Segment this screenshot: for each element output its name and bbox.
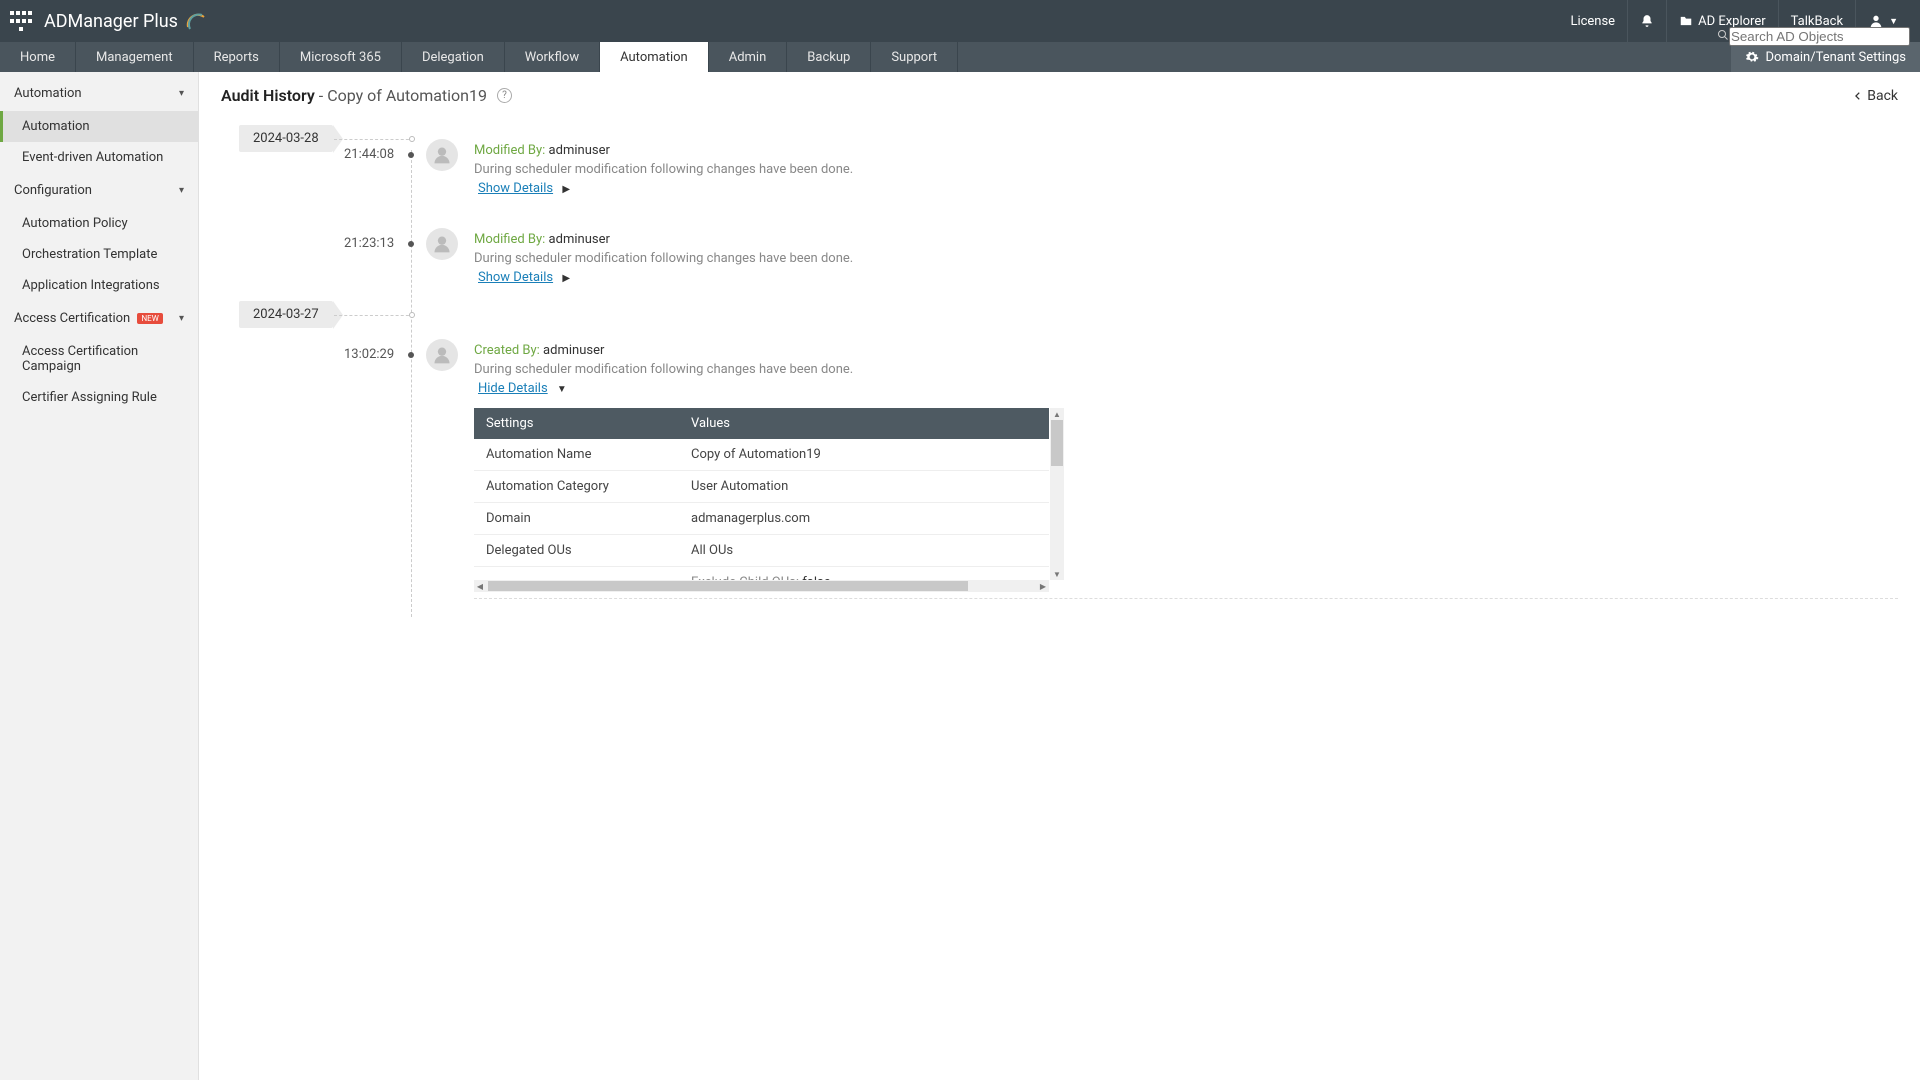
table-row: Automation NameCopy of Automation19 <box>474 439 1049 471</box>
scroll-left-arrow[interactable]: ◀ <box>474 582 486 591</box>
chevron-down-icon: ▾ <box>179 313 184 324</box>
back-button[interactable]: Back <box>1853 88 1898 104</box>
scroll-right-arrow[interactable]: ▶ <box>1037 582 1049 591</box>
table-header-values: Values <box>679 408 1049 439</box>
apps-grid-icon[interactable] <box>10 10 32 32</box>
entry-description: During scheduler modification following … <box>474 162 1898 177</box>
hide-details-link[interactable]: Hide Details <box>478 381 548 396</box>
sidebar: Automation ▾ Automation Event-driven Aut… <box>0 72 199 1080</box>
table-row: Delegated OUsAll OUs <box>474 535 1049 567</box>
tab-management[interactable]: Management <box>76 42 194 72</box>
sidebar-item-automation[interactable]: Automation <box>0 111 198 142</box>
bell-icon <box>1640 14 1654 28</box>
entry-time: 21:23:13 <box>344 236 394 251</box>
sidebar-item-event-driven[interactable]: Event-driven Automation <box>0 142 198 173</box>
tab-delegation[interactable]: Delegation <box>402 42 505 72</box>
triangle-right-icon: ▶ <box>562 273 570 284</box>
show-details-link[interactable]: Show Details <box>478 181 553 196</box>
license-link[interactable]: License <box>1558 0 1627 42</box>
gear-icon <box>1745 50 1759 64</box>
folder-icon <box>1679 14 1693 28</box>
product-name: ADManager Plus <box>44 11 178 32</box>
avatar-icon <box>426 139 458 171</box>
sidebar-section-automation[interactable]: Automation ▾ <box>0 76 198 111</box>
sidebar-item-application-integrations[interactable]: Application Integrations <box>0 270 198 301</box>
help-icon[interactable]: ? <box>497 88 512 103</box>
table-row: Exclude Child OUs: false <box>474 567 1049 581</box>
tab-backup[interactable]: Backup <box>787 42 871 72</box>
content-area: Audit History - Copy of Automation19 ? B… <box>199 72 1920 1080</box>
audit-entry: 21:23:13 Modified By: adminuser During s… <box>416 214 1898 303</box>
vertical-scrollbar[interactable]: ▲ ▼ <box>1050 408 1064 580</box>
product-logo[interactable]: ADManager Plus <box>44 9 208 33</box>
entry-description: During scheduler modification following … <box>474 362 1898 377</box>
show-details-link[interactable]: Show Details <box>478 270 553 285</box>
primary-tabs: Home Management Reports Microsoft 365 De… <box>0 42 1920 72</box>
scroll-up-arrow[interactable]: ▲ <box>1050 408 1064 420</box>
sidebar-section-configuration[interactable]: Configuration ▾ <box>0 173 198 208</box>
horizontal-scrollbar[interactable]: ◀ ▶ <box>474 580 1049 592</box>
sidebar-item-automation-policy[interactable]: Automation Policy <box>0 208 198 239</box>
scroll-thumb[interactable] <box>488 581 968 591</box>
audit-timeline: 2024-03-28 21:44:08 Modified By: adminus… <box>221 125 1898 617</box>
date-marker: 2024-03-28 <box>239 125 333 152</box>
entry-time: 13:02:29 <box>344 347 394 362</box>
sidebar-item-access-cert-campaign[interactable]: Access Certification Campaign <box>0 336 198 382</box>
sidebar-item-certifier-assigning-rule[interactable]: Certifier Assigning Rule <box>0 382 198 413</box>
chevron-down-icon: ▾ <box>179 185 184 196</box>
sidebar-section-access-certification[interactable]: Access Certification NEW ▾ <box>0 301 198 336</box>
chevron-down-icon: ▾ <box>179 88 184 99</box>
audit-entry: 21:44:08 Modified By: adminuser During s… <box>416 125 1898 214</box>
details-table: Settings Values Automation NameCopy of A… <box>474 408 1049 580</box>
top-header: ADManager Plus License AD Explorer TalkB… <box>0 0 1920 42</box>
triangle-right-icon: ▶ <box>562 184 570 195</box>
date-marker: 2024-03-27 <box>239 301 333 328</box>
chevron-left-icon <box>1853 91 1863 101</box>
entry-time: 21:44:08 <box>344 147 394 162</box>
avatar-icon <box>426 228 458 260</box>
search-button[interactable] <box>1717 29 1729 45</box>
page-title: Audit History - Copy of Automation19 <box>221 86 487 105</box>
table-row: Automation CategoryUser Automation <box>474 471 1049 503</box>
tab-admin[interactable]: Admin <box>709 42 788 72</box>
scroll-down-arrow[interactable]: ▼ <box>1050 568 1064 580</box>
tab-microsoft365[interactable]: Microsoft 365 <box>280 42 402 72</box>
search-input[interactable] <box>1729 27 1910 46</box>
new-badge: NEW <box>137 313 162 324</box>
search-icon <box>1717 29 1729 41</box>
domain-tenant-settings-button[interactable]: Domain/Tenant Settings <box>1731 42 1920 72</box>
sidebar-item-orchestration-template[interactable]: Orchestration Template <box>0 239 198 270</box>
triangle-down-icon: ▼ <box>557 384 567 395</box>
table-header-settings: Settings <box>474 408 679 439</box>
avatar-icon <box>426 339 458 371</box>
tab-support[interactable]: Support <box>871 42 958 72</box>
logo-arc-icon <box>184 9 208 33</box>
audit-entry: 13:02:29 Created By: adminuser During sc… <box>416 325 1898 617</box>
tab-reports[interactable]: Reports <box>194 42 280 72</box>
scroll-thumb[interactable] <box>1051 420 1063 466</box>
details-panel: Settings Values Automation NameCopy of A… <box>474 408 1064 592</box>
table-row: Domainadmanagerplus.com <box>474 503 1049 535</box>
entry-description: During scheduler modification following … <box>474 251 1898 266</box>
tab-automation[interactable]: Automation <box>600 42 709 72</box>
notifications-button[interactable] <box>1627 0 1666 42</box>
tab-workflow[interactable]: Workflow <box>505 42 600 72</box>
page-header: Audit History - Copy of Automation19 ? B… <box>221 86 1898 105</box>
tab-home[interactable]: Home <box>0 42 76 72</box>
